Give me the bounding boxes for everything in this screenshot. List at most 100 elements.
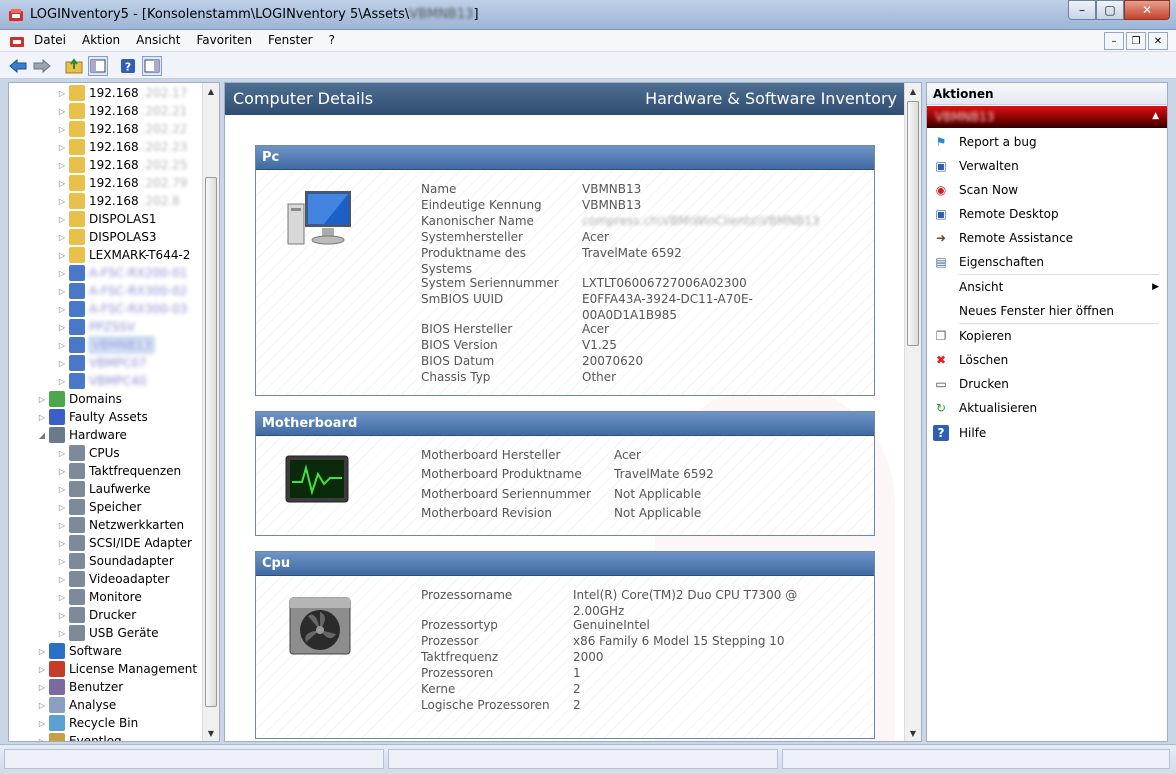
tree-item-computer[interactable]: ▷ A-FSC-RX300-02 [57,282,187,300]
mdi-minimize-button[interactable]: – [1104,32,1124,50]
mdi-close-button[interactable]: ✕ [1148,32,1168,50]
action-drucken[interactable]: ▭ Drucken [927,373,1167,395]
menu-fenster[interactable]: Fenster [268,33,313,47]
tree-item-hw-child[interactable]: ▷ Monitore [57,588,142,606]
tree-item-benutzer[interactable]: ▷ Benutzer [37,678,123,696]
tree-item-hw-child[interactable]: ▷ Videoadapter [57,570,170,588]
expand-arrow-icon[interactable]: ▷ [57,359,67,368]
details-scrollbar[interactable]: ▲ ▼ [904,83,921,741]
tree-item-hw-child[interactable]: ▷ Speicher [57,498,141,516]
tree-scrollbar[interactable]: ▲ ▼ [202,83,219,741]
tree-item-computer[interactable]: ▷ A-FSC-RX200-01 [57,264,187,282]
tree-item-license-management[interactable]: ▷ License Management [37,660,197,678]
tree-item-hardware[interactable]: ◢ Hardware [37,426,127,444]
expand-arrow-icon[interactable]: ▷ [37,683,47,692]
mdi-restore-button[interactable]: ❐ [1126,32,1146,50]
expand-arrow-icon[interactable]: ▷ [57,341,67,350]
expand-arrow-icon[interactable]: ▷ [57,575,67,584]
show-action-pane-icon[interactable] [142,56,162,76]
expand-arrow-icon[interactable]: ▷ [57,503,67,512]
title-bar[interactable]: LOGINventory5 - [Konsolenstamm\LOGINvent… [0,0,1176,30]
tree-item-device[interactable]: ▷ DISPOLAS1 [57,210,157,228]
expand-arrow-icon[interactable]: ▷ [57,179,67,188]
expand-arrow-icon[interactable]: ▷ [57,215,67,224]
action-löschen[interactable]: ✖ Löschen [927,349,1167,371]
tree-item-ip[interactable]: ▷ 192.168.202.25 [57,156,187,174]
expand-arrow-icon[interactable]: ▷ [57,305,67,314]
expand-arrow-icon[interactable]: ▷ [57,197,67,206]
expand-arrow-icon[interactable]: ▷ [57,611,67,620]
tree-item-ip[interactable]: ▷ 192.168.202.8 [57,192,180,210]
tree-item-software[interactable]: ▷ Software [37,642,122,660]
up-folder-icon[interactable] [64,56,84,76]
tree-item-analyse[interactable]: ▷ Analyse [37,696,116,714]
details-scroll-thumb[interactable] [907,101,919,346]
scroll-up-icon[interactable]: ▲ [203,83,219,99]
action-remote-desktop[interactable]: ▣ Remote Desktop [927,203,1167,225]
expand-arrow-icon[interactable]: ▷ [57,251,67,260]
action-aktualisieren[interactable]: ↻ Aktualisieren [927,397,1167,419]
expand-arrow-icon[interactable]: ▷ [37,719,47,728]
expand-arrow-icon[interactable]: ▷ [37,413,47,422]
tree-item-domains[interactable]: ▷ Domains [37,390,122,408]
expand-arrow-icon[interactable]: ▷ [57,521,67,530]
tree-item-hw-child[interactable]: ▷ Taktfrequenzen [57,462,181,480]
expand-arrow-icon[interactable]: ▷ [57,557,67,566]
collapse-icon[interactable]: ▲ [1152,111,1159,121]
mmc-icon[interactable] [9,33,25,49]
console-tree[interactable]: ▲ ▼ ▷ 192.168.202.17 ▷ 192.168.202.21 ▷ 192.1… [8,82,220,742]
expand-arrow-icon[interactable]: ▷ [37,647,47,656]
close-button[interactable]: ✕ [1124,0,1170,20]
action-verwalten[interactable]: ▣ Verwalten [927,155,1167,177]
menu-help[interactable]: ? [329,33,335,47]
menu-favoriten[interactable]: Favoriten [196,33,252,47]
tree-item-device[interactable]: ▷ DISPOLAS3 [57,228,157,246]
help-icon[interactable]: ? [118,56,138,76]
expand-arrow-icon[interactable]: ▷ [57,287,67,296]
tree-item-ip[interactable]: ▷ 192.168.202.23 [57,138,187,156]
tree-scroll-thumb[interactable] [205,177,217,707]
tree-item-ip[interactable]: ▷ 192.168.202.17 [57,84,187,102]
action-report-a-bug[interactable]: ⚑ Report a bug [927,131,1167,153]
show-hide-tree-icon[interactable] [88,56,108,76]
tree-item-computer[interactable]: ▷ VBMNB13 [57,336,155,354]
collapse-arrow-icon[interactable]: ◢ [37,431,47,440]
expand-arrow-icon[interactable]: ▷ [57,125,67,134]
expand-arrow-icon[interactable]: ▷ [57,323,67,332]
tree-item-hw-child[interactable]: ▷ Soundadapter [57,552,174,570]
tree-item-recycle-bin[interactable]: ▷ Recycle Bin [37,714,138,732]
forward-icon[interactable] [32,56,52,76]
action-eigenschaften[interactable]: ▤ Eigenschaften [927,251,1167,273]
expand-arrow-icon[interactable]: ▷ [37,737,47,742]
menu-aktion[interactable]: Aktion [82,33,120,47]
expand-arrow-icon[interactable]: ▷ [37,665,47,674]
expand-arrow-icon[interactable]: ▷ [57,143,67,152]
tree-item-hw-child[interactable]: ▷ CPUs [57,444,120,462]
tree-item-computer[interactable]: ▷ PPZSSV [57,318,135,336]
expand-arrow-icon[interactable]: ▷ [57,89,67,98]
expand-arrow-icon[interactable]: ▷ [57,629,67,638]
minimize-button[interactable]: – [1068,0,1096,20]
expand-arrow-icon[interactable]: ▷ [57,161,67,170]
tree-item-hw-child[interactable]: ▷ Laufwerke [57,480,151,498]
expand-arrow-icon[interactable]: ▷ [57,269,67,278]
tree-item-computer[interactable]: ▷ VBMPC40 [57,372,147,390]
scroll-up-icon[interactable]: ▲ [905,83,921,99]
maximize-button[interactable]: ▢ [1096,0,1124,20]
menu-datei[interactable]: Datei [34,33,66,47]
scroll-down-icon[interactable]: ▼ [905,725,921,741]
tree-item-faulty-assets[interactable]: ▷ Faulty Assets [37,408,148,426]
expand-arrow-icon[interactable]: ▷ [37,395,47,404]
action-kopieren[interactable]: ❐ Kopieren [927,325,1167,347]
expand-arrow-icon[interactable]: ▷ [57,449,67,458]
tree-item-hw-child[interactable]: ▷ USB Geräte [57,624,159,642]
tree-item-computer[interactable]: ▷ A-FSC-RX300-03 [57,300,187,318]
scroll-down-icon[interactable]: ▼ [203,725,219,741]
action-scan-now[interactable]: ◉ Scan Now [927,179,1167,201]
actions-selected-item[interactable]: VBMNB13 ▲ [927,106,1167,128]
menu-ansicht[interactable]: Ansicht [136,33,180,47]
tree-item-computer[interactable]: ▷ VBMPC07 [57,354,147,372]
expand-arrow-icon[interactable]: ▷ [57,233,67,242]
action-neues-fenster-hier-öffnen[interactable]: Neues Fenster hier öffnen [927,300,1167,322]
expand-arrow-icon[interactable]: ▷ [57,377,67,386]
